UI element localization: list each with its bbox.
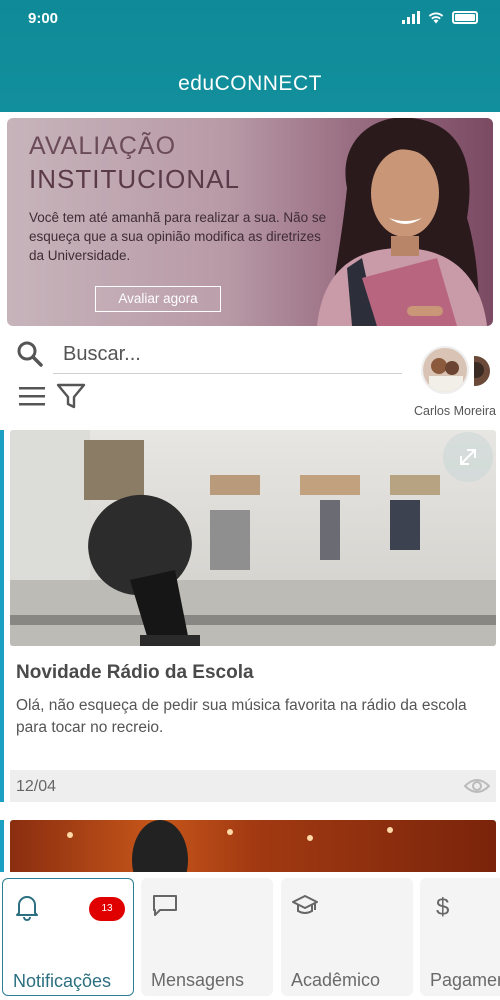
card-accent <box>0 430 4 802</box>
evaluation-banner[interactable]: AVALIAÇÃO INSTITUCIONAL Você tem até ama… <box>7 118 493 326</box>
expand-icon <box>460 449 476 465</box>
notification-badge: 13 <box>89 897 125 921</box>
contact-avatar[interactable] <box>421 346 469 394</box>
eye-icon <box>464 779 490 793</box>
nav-payments[interactable]: $ Pagamentos <box>420 878 500 996</box>
avatar-photo <box>423 348 467 392</box>
news-card[interactable]: Novidade Rádio da Escola Olá, não esqueç… <box>10 430 496 802</box>
news-photo <box>10 430 496 646</box>
news-photo-next <box>67 820 393 880</box>
chat-icon <box>153 895 177 916</box>
news-footer: 12/04 <box>10 770 496 802</box>
signal-icon <box>402 11 420 24</box>
news-body: Olá, não esqueça de pedir sua música fav… <box>16 697 467 736</box>
contact-name: Carlos Moreira <box>414 404 496 418</box>
evaluate-now-button[interactable]: Avaliar agora <box>95 286 221 312</box>
banner-text: Você tem até amanhã para realizar a sua.… <box>29 210 327 263</box>
nav-label: Notificações <box>13 971 112 991</box>
card-accent-next <box>0 820 4 880</box>
search-icon[interactable] <box>16 340 44 368</box>
nav-messages[interactable]: Mensagens <box>141 878 273 996</box>
menu-icon[interactable] <box>18 384 46 408</box>
status-icons <box>402 11 478 24</box>
nav-label: Acadêmico <box>291 970 381 990</box>
banner-kicker: AVALIAÇÃO <box>29 132 177 160</box>
banner-title: INSTITUCIONAL <box>29 164 240 194</box>
svg-text:$: $ <box>436 894 449 920</box>
search-field[interactable] <box>53 336 402 374</box>
wifi-icon <box>428 12 444 23</box>
news-title: Novidade Rádio da Escola <box>16 662 254 683</box>
graduation-cap-icon <box>292 895 318 914</box>
app-title: eduCONNECT <box>178 72 322 95</box>
filter-icon[interactable] <box>56 382 86 410</box>
contact-avatar-next[interactable] <box>474 356 490 386</box>
bottom-nav: 13 Notificações Mensagens Acadêmico $ Pa… <box>0 872 500 1000</box>
bell-icon <box>16 896 38 921</box>
student-photo <box>317 118 487 326</box>
battery-icon <box>452 11 478 24</box>
search-input[interactable] <box>53 336 402 372</box>
status-time: 9:00 <box>28 10 59 27</box>
app-bar: 9:00 eduCONNECT <box>0 0 500 112</box>
expand-button[interactable] <box>443 432 493 482</box>
news-date: 12/04 <box>16 778 57 795</box>
nav-notifications[interactable]: 13 Notificações <box>2 878 134 996</box>
nav-label: Mensagens <box>151 970 245 990</box>
dollar-icon: $ <box>436 894 449 920</box>
nav-label: Pagamentos <box>430 970 500 990</box>
news-card-next[interactable] <box>10 820 496 880</box>
nav-academic[interactable]: Acadêmico <box>281 878 413 996</box>
